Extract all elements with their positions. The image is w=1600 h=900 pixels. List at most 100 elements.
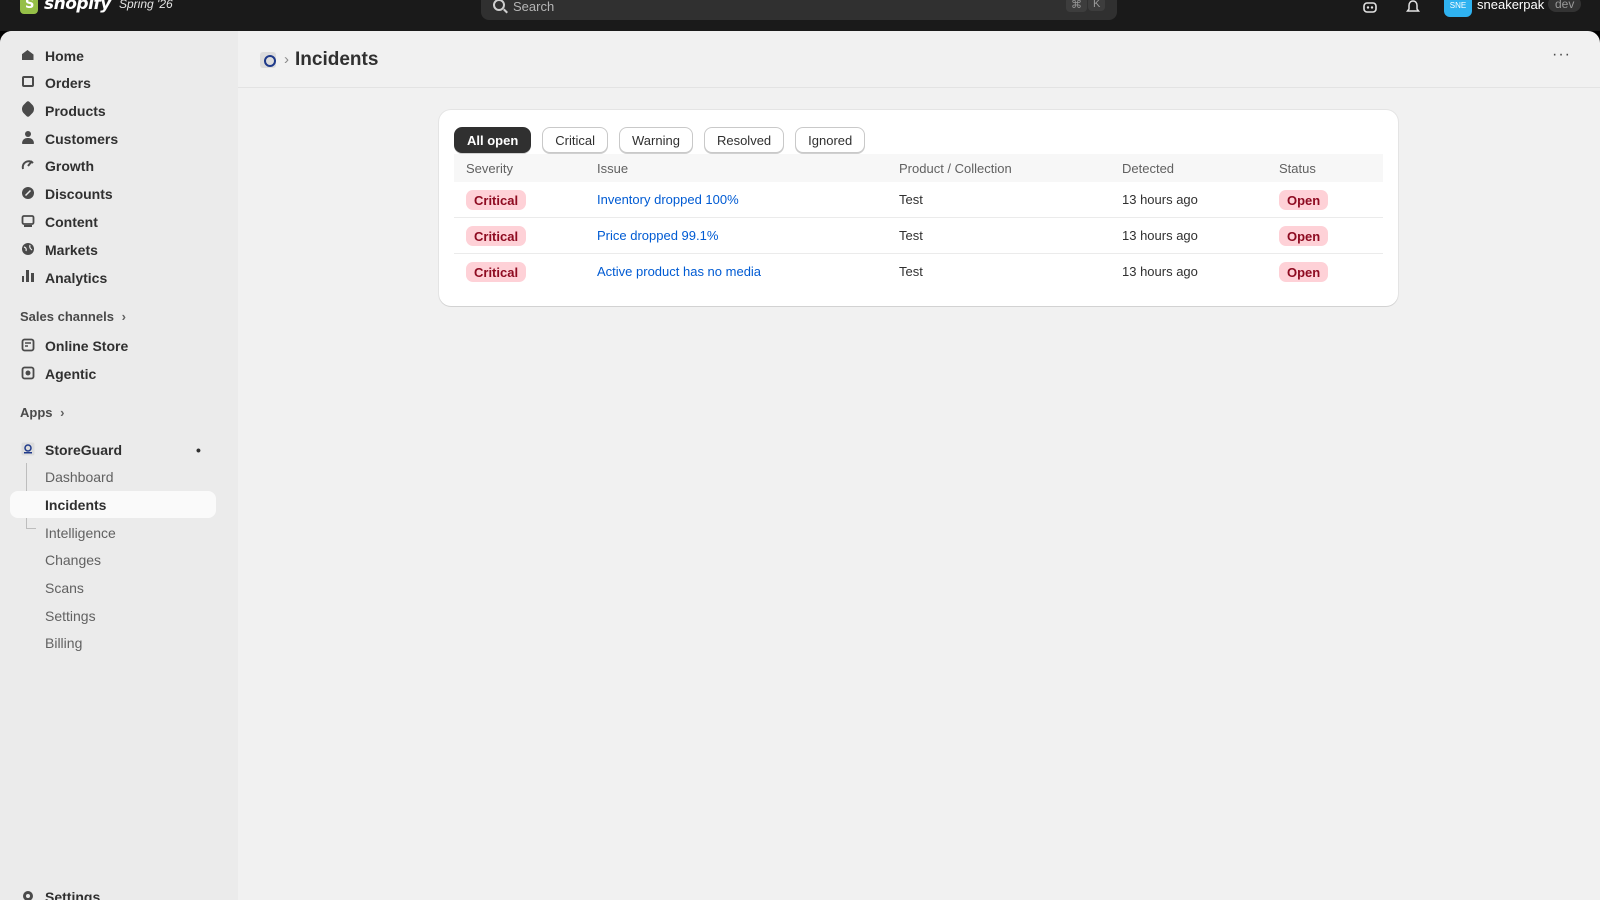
- issue-link[interactable]: Active product has no media: [597, 264, 761, 279]
- content-icon: [20, 214, 35, 229]
- chevron-right-icon: ›: [60, 405, 65, 420]
- sidebar-item-growth[interactable]: Growth: [10, 152, 216, 179]
- header-divider: [238, 87, 1600, 88]
- status-badge: Open: [1279, 190, 1329, 210]
- detected-cell: 13 hours ago: [1122, 264, 1198, 279]
- app-breadcrumb-icon[interactable]: [260, 52, 276, 68]
- sidebar-item-label: Products: [45, 102, 106, 119]
- bell-icon[interactable]: [1404, 0, 1422, 14]
- sidebar-item-home[interactable]: Home: [10, 42, 216, 69]
- sidebar-item-agentic[interactable]: Agentic: [10, 360, 216, 387]
- sidebar-item-label: StoreGuard: [45, 441, 123, 458]
- sales-channels-heading[interactable]: Sales channels ›: [20, 309, 126, 324]
- env-badge: dev: [1548, 0, 1582, 12]
- gear-icon: [20, 889, 35, 900]
- sidebar: Home Orders Products Customers Growth Di…: [0, 31, 238, 900]
- sidebar-subitem-incidents[interactable]: Incidents: [10, 491, 216, 518]
- tab-resolved[interactable]: Resolved: [703, 127, 785, 153]
- issue-link[interactable]: Inventory dropped 100%: [597, 192, 739, 207]
- sidebar-item-analytics[interactable]: Analytics: [10, 264, 216, 291]
- column-header-issue[interactable]: Issue: [597, 161, 628, 176]
- pin-dot[interactable]: •: [196, 442, 201, 458]
- tab-all-open[interactable]: All open: [454, 127, 532, 153]
- table-row[interactable]: Critical Price dropped 99.1% Test 13 hou…: [454, 218, 1383, 254]
- sidebar-item-online-store[interactable]: Online Store: [10, 332, 216, 359]
- column-header-product[interactable]: Product / Collection: [899, 161, 1012, 176]
- shortcut-k-key: K: [1088, 0, 1106, 11]
- sidebar-item-products[interactable]: Products: [10, 97, 216, 124]
- filter-tabs: All open Critical Warning Resolved Ignor…: [454, 127, 866, 153]
- sidebar-item-label: Growth: [45, 157, 94, 174]
- bar-chart-icon: [20, 270, 35, 285]
- shortcut-mod-key: ⌘: [1066, 0, 1087, 12]
- sidebar-item-label: Orders: [45, 74, 91, 91]
- product-cell: Test: [899, 228, 923, 243]
- issue-link[interactable]: Price dropped 99.1%: [597, 228, 718, 243]
- shopify-logo[interactable]: shopify: [20, 0, 111, 14]
- sidebar-subitem-changes[interactable]: Changes: [10, 546, 216, 573]
- sidebar-item-label: Markets: [45, 241, 98, 258]
- tab-warning[interactable]: Warning: [619, 127, 693, 153]
- table-row[interactable]: Critical Active product has no media Tes…: [454, 254, 1383, 290]
- sidebar-item-label: Home: [45, 47, 84, 64]
- search-input[interactable]: Search ⌘ K: [481, 0, 1117, 20]
- apps-heading[interactable]: Apps ›: [20, 405, 64, 420]
- sidebar-item-settings[interactable]: Settings: [10, 883, 216, 900]
- top-bar: shopify Spring '26 Search ⌘ K SNE sneake…: [0, 0, 1600, 31]
- incidents-card: All open Critical Warning Resolved Ignor…: [439, 110, 1398, 306]
- sidebar-subitem-settings[interactable]: Settings: [10, 602, 216, 629]
- home-icon: [20, 48, 35, 63]
- sidebar-item-customers[interactable]: Customers: [10, 125, 216, 152]
- column-header-status[interactable]: Status: [1279, 161, 1316, 176]
- severity-badge: Critical: [466, 190, 527, 210]
- orders-icon: [20, 75, 35, 90]
- more-actions-button[interactable]: ···: [1552, 46, 1571, 64]
- store-name[interactable]: sneakerpak: [1477, 0, 1544, 12]
- admin-frame: Home Orders Products Customers Growth Di…: [0, 31, 1600, 900]
- sidebar-item-label: Settings: [45, 888, 101, 900]
- search-placeholder: Search: [513, 0, 555, 14]
- globe-icon: [20, 242, 35, 257]
- search-icon: [493, 0, 505, 11]
- sidebar-item-discounts[interactable]: Discounts: [10, 180, 216, 207]
- brand-wordmark: shopify: [44, 0, 111, 14]
- growth-icon: [20, 158, 35, 173]
- sidebar-item-storeguard[interactable]: StoreGuard •: [10, 436, 216, 463]
- sidebar-item-label: Online Store: [45, 337, 129, 354]
- severity-badge: Critical: [466, 262, 527, 282]
- column-header-detected[interactable]: Detected: [1122, 161, 1174, 176]
- sidebar-subitem-billing[interactable]: Billing: [10, 629, 216, 656]
- sidebar-subitem-intelligence[interactable]: Intelligence: [10, 519, 216, 546]
- storeguard-app-icon: [20, 442, 35, 457]
- sidebar-subitem-scans[interactable]: Scans: [10, 574, 216, 601]
- breadcrumb-chevron-icon: ›: [284, 51, 289, 68]
- sidebar-item-label: Content: [45, 213, 98, 230]
- detected-cell: 13 hours ago: [1122, 192, 1198, 207]
- sidekick-icon[interactable]: [1361, 0, 1379, 14]
- product-cell: Test: [899, 192, 923, 207]
- person-icon: [20, 131, 35, 146]
- tab-critical[interactable]: Critical: [542, 127, 609, 153]
- tab-ignored[interactable]: Ignored: [795, 127, 866, 153]
- sidebar-item-label: Discounts: [45, 185, 113, 202]
- table-header: Severity Issue Product / Collection Dete…: [454, 154, 1383, 182]
- store-avatar[interactable]: SNE: [1444, 0, 1472, 17]
- sidebar-item-content[interactable]: Content: [10, 208, 216, 235]
- agentic-icon: [20, 366, 35, 381]
- column-header-severity[interactable]: Severity: [466, 161, 513, 176]
- status-badge: Open: [1279, 262, 1329, 282]
- sidebar-item-markets[interactable]: Markets: [10, 236, 216, 263]
- severity-badge: Critical: [466, 226, 527, 246]
- sidebar-item-label: Customers: [45, 130, 119, 147]
- product-cell: Test: [899, 264, 923, 279]
- sidebar-item-orders[interactable]: Orders: [10, 69, 216, 96]
- sidebar-item-label: Agentic: [45, 365, 97, 382]
- shopify-bag-icon: [20, 0, 38, 14]
- page-title: Incidents: [295, 49, 379, 70]
- store-icon: [20, 338, 35, 353]
- tag-icon: [19, 100, 36, 118]
- table-row[interactable]: Critical Inventory dropped 100% Test 13 …: [454, 182, 1383, 218]
- sidebar-subitem-dashboard[interactable]: Dashboard: [10, 463, 216, 490]
- detected-cell: 13 hours ago: [1122, 228, 1198, 243]
- discount-icon: [20, 186, 35, 201]
